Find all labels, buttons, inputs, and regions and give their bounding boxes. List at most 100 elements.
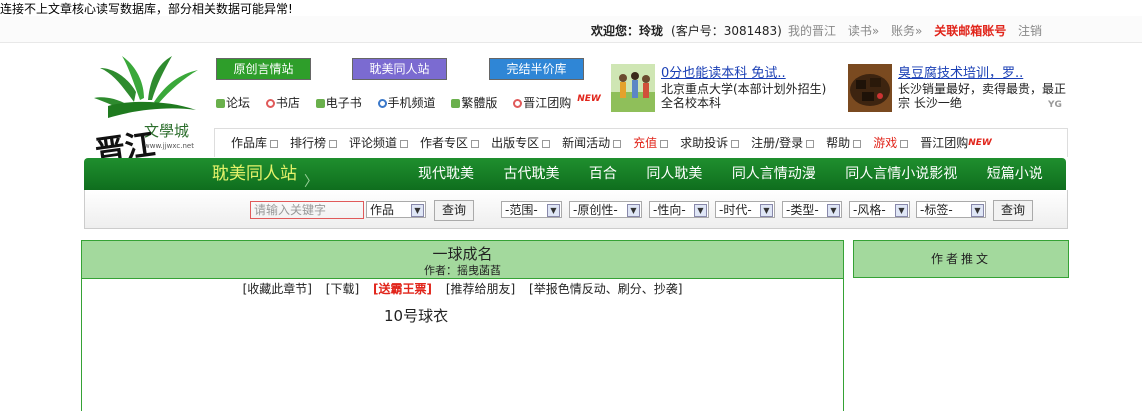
report-link[interactable]: [举报色情反动、刷分、抄袭] (529, 282, 682, 296)
channel-nav: 现代耽美 古代耽美 百合 同人耽美 同人言情动漫 同人言情小说影视 短篇小说 (418, 158, 1068, 190)
mobile-icon (377, 99, 387, 108)
chevron-down-icon: ▼ (547, 204, 560, 217)
sub-link-bookstore[interactable]: 书店 (265, 96, 306, 110)
username: 玲珑 (639, 24, 664, 38)
main-menu: 作品库 排行榜 评论频道 作者专区 出版专区 新闻活动 充值 求助投诉 注册/登… (214, 128, 1068, 157)
sub-link-traditional[interactable]: 繁體版 (451, 96, 503, 110)
filter-tag-select[interactable]: -标签- ▼ (916, 201, 986, 218)
chevron-down-icon: ▼ (760, 204, 773, 217)
channel-nav-short[interactable]: 短篇小说 (987, 166, 1043, 182)
bookstore-icon (265, 99, 275, 108)
top-link-reading[interactable]: 读书» (848, 24, 879, 38)
author-recommendations-header: 作者推文 (853, 240, 1069, 278)
chevron-down-icon: ▼ (895, 204, 908, 217)
menu-reviews[interactable]: 评论频道 (349, 129, 409, 157)
menu-publishing[interactable]: 出版专区 (491, 129, 551, 157)
chapter-title: 10号球衣 (384, 307, 449, 325)
ad-tofu-image (848, 64, 892, 112)
top-link-logout[interactable]: 注销 (1018, 24, 1042, 38)
chevron-down-icon (270, 139, 279, 148)
ad-university-title[interactable]: 0分也能读本科 免试.. (661, 62, 786, 81)
traditional-icon (451, 99, 461, 108)
chevron-down-icon (329, 139, 338, 148)
welcome-prefix: 欢迎您： (591, 24, 640, 38)
channel-bar: 耽美同人站〉 现代耽美 古代耽美 百合 同人耽美 同人言情动漫 同人言情小说影视… (84, 158, 1066, 190)
menu-recharge[interactable]: 充值 (633, 129, 669, 157)
channel-nav-fan-anime[interactable]: 同人言情动漫 (732, 166, 816, 182)
ad-badge: YG (1048, 100, 1062, 110)
menu-rankings[interactable]: 排行榜 (290, 129, 338, 157)
groupbuy-icon (513, 99, 523, 108)
top-link-my-jjwxc[interactable]: 我的晋江 (788, 24, 836, 38)
customer-id: (客户号：3081483) (671, 24, 782, 38)
menu-works[interactable]: 作品库 (231, 129, 279, 157)
filter-era-select[interactable]: -时代- ▼ (715, 201, 775, 218)
chevron-down-icon: ▼ (827, 204, 840, 217)
top-link-accounts[interactable]: 账务» (891, 24, 922, 38)
ad-tofu[interactable]: 臭豆腐技术培训，罗.. 长沙销量最好，卖得最贵，最正宗 长沙一绝 YG (840, 56, 1072, 114)
chevron-down-icon: ▼ (694, 204, 707, 217)
filter-scope-select[interactable]: -范围- ▼ (501, 201, 562, 218)
chapter-header: 一球成名 作者：摇曳菡萏 (82, 241, 843, 279)
forum-icon (216, 99, 225, 108)
channel-nav-baihe[interactable]: 百合 (589, 166, 617, 182)
search-type-select[interactable]: 作品 ▼ (366, 201, 426, 218)
channel-title[interactable]: 耽美同人站〉 (84, 158, 322, 190)
search-button[interactable]: 查询 (434, 200, 474, 221)
channel-nav-ancient[interactable]: 古代耽美 (503, 166, 559, 182)
chevron-down-icon (660, 139, 669, 148)
chevron-down-icon (853, 139, 862, 148)
chevron-down-icon (900, 139, 909, 148)
chapter-actions: [收藏此章节] [下载] [送霸王票] [推荐给朋友] [举报色情反动、刷分、抄… (82, 280, 843, 297)
sub-link-ebook[interactable]: 电子书 (315, 96, 368, 110)
sub-link-forum[interactable]: 论坛 (216, 96, 256, 110)
chevron-down-icon: ▼ (971, 204, 984, 217)
novel-title[interactable]: 一球成名 (82, 243, 843, 264)
ad-tofu-title[interactable]: 臭豆腐技术培训，罗.. (898, 62, 1023, 81)
channel-nav-modern[interactable]: 现代耽美 (418, 166, 474, 182)
chapter-panel: 一球成名 作者：摇曳菡萏 [收藏此章节] [下载] [送霸王票] [推荐给朋友]… (81, 240, 844, 411)
top-link-linked-email[interactable]: 关联邮箱账号 (934, 24, 1006, 38)
sub-link-mobile[interactable]: 手机频道 (377, 96, 442, 110)
filter-search-button[interactable]: 查询 (993, 200, 1033, 221)
filter-orientation-select[interactable]: -性向- ▼ (649, 201, 709, 218)
site-button-romance[interactable]: 原创言情站 (216, 58, 311, 80)
new-badge: NEW (968, 138, 992, 148)
jjwxc-logo[interactable]: 文學城 www.jjwxc.net 晋江 (94, 56, 212, 174)
menu-games[interactable]: 游戏 (873, 129, 909, 157)
chevron-down-icon (400, 139, 409, 148)
novel-author[interactable]: 作者：摇曳菡萏 (82, 262, 843, 278)
channel-nav-fan-danmei[interactable]: 同人耽美 (646, 166, 702, 182)
menu-news[interactable]: 新闻活动 (562, 129, 622, 157)
filter-originality-select[interactable]: -原创性- ▼ (569, 201, 642, 218)
recommend-link[interactable]: [推荐给朋友] (446, 282, 515, 296)
chevron-down-icon (471, 139, 480, 148)
menu-groupbuy[interactable]: 晋江团购NEW (920, 129, 992, 157)
ad-university-image (611, 64, 655, 112)
db-error-notice: 连接不上文章核心读写数据库，部分相关数据可能异常! (0, 2, 293, 16)
menu-register-login[interactable]: 注册/登录 (751, 129, 815, 157)
ad-tofu-desc: 长沙销量最好，卖得最贵，最正宗 长沙一绝 (898, 82, 1067, 110)
chevron-down-icon: ▼ (627, 204, 640, 217)
send-ticket-link[interactable]: [送霸王票] (373, 282, 432, 296)
chevron-down-icon (613, 139, 622, 148)
menu-help[interactable]: 帮助 (826, 129, 862, 157)
bookmark-chapter-link[interactable]: [收藏此章节] (243, 282, 312, 296)
ebook-icon (315, 99, 325, 108)
new-badge: NEW (577, 94, 601, 104)
chevron-down-icon (806, 139, 815, 148)
site-button-half-price[interactable]: 完结半价库 (489, 58, 584, 80)
ad-university[interactable]: 0分也能读本科 免试.. 北京重点大学(本部计划外招生)全名校本科 (603, 56, 835, 114)
filter-genre-select[interactable]: -类型- ▼ (782, 201, 842, 218)
download-link[interactable]: [下载] (326, 282, 359, 296)
filter-style-select[interactable]: -风格- ▼ (849, 201, 910, 218)
chevron-down-icon: ▼ (411, 204, 424, 217)
menu-help-complaint[interactable]: 求助投诉 (680, 129, 740, 157)
channel-nav-fan-film[interactable]: 同人言情小说影视 (845, 166, 957, 182)
search-bar: 请输入关键字 作品 ▼ 查询 -范围- ▼ -原创性- ▼ -性向- ▼ -时代- ▼ -… (84, 190, 1068, 229)
site-button-danmei[interactable]: 耽美同人站 (352, 58, 447, 80)
top-links: 我的晋江 读书» 账务» 关联邮箱账号 注销 (788, 22, 1050, 39)
search-input[interactable]: 请输入关键字 (250, 201, 364, 219)
sub-link-groupbuy[interactable]: 晋江团购 NEW (513, 94, 601, 110)
menu-authors[interactable]: 作者专区 (420, 129, 480, 157)
